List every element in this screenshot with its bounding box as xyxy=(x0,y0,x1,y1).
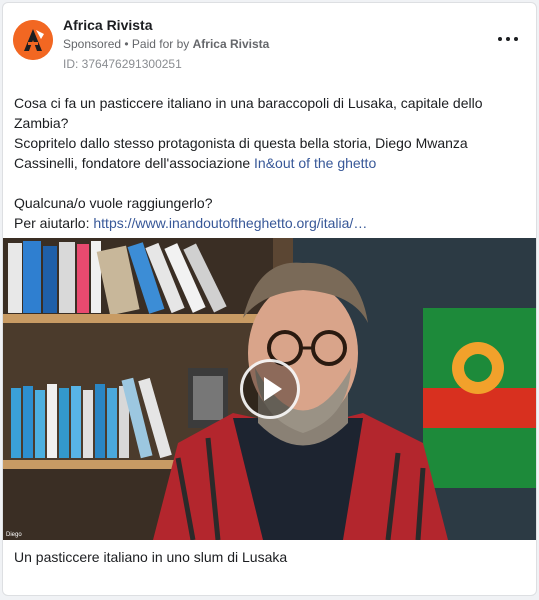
page-name[interactable]: Africa Rivista xyxy=(63,17,152,33)
separator-dot: • xyxy=(121,37,132,51)
post-text: Cosa ci fa un pasticcere italiano in una… xyxy=(14,93,524,233)
more-options-button[interactable] xyxy=(498,31,518,47)
sponsored-label: Sponsored xyxy=(63,37,122,51)
ad-id: ID: 376476291300251 xyxy=(63,57,182,71)
sponsored-line: Sponsored • Paid for by Africa Rivista xyxy=(63,37,269,51)
video-thumbnail[interactable]: Diego xyxy=(3,238,536,540)
post-line-join: Qualcuna/o vuole raggiungerlo? xyxy=(14,195,213,211)
association-link[interactable]: In&out of the ghetto xyxy=(254,155,376,171)
play-button[interactable] xyxy=(240,359,300,419)
ad-card: Africa Rivista Sponsored • Paid for by A… xyxy=(2,2,537,596)
post-line-discover: Scopritelo dallo stesso protagonista di … xyxy=(14,133,524,173)
more-options-icon xyxy=(498,37,502,41)
post-line-help: Per aiutarlo: https://www.inandoutoftheg… xyxy=(14,213,524,233)
africa-rivista-logo-icon xyxy=(13,20,53,60)
post-line-question: Cosa ci fa un pasticcere italiano in una… xyxy=(14,95,483,131)
video-corner-label: Diego xyxy=(6,532,22,538)
website-link[interactable]: https://www.inandoutoftheghetto.org/ital… xyxy=(93,215,367,231)
paid-for-name[interactable]: Africa Rivista xyxy=(193,37,270,51)
post-header: Africa Rivista Sponsored • Paid for by A… xyxy=(3,3,536,83)
paid-for-prefix: Paid for by xyxy=(131,37,193,51)
page-avatar[interactable] xyxy=(13,20,53,60)
play-icon xyxy=(264,377,282,401)
post-line-discover-text: Scopritelo dallo stesso protagonista di … xyxy=(14,135,468,171)
video-caption[interactable]: Un pasticcere italiano in uno slum di Lu… xyxy=(3,540,536,580)
post-line-help-text: Per aiutarlo: xyxy=(14,215,94,231)
